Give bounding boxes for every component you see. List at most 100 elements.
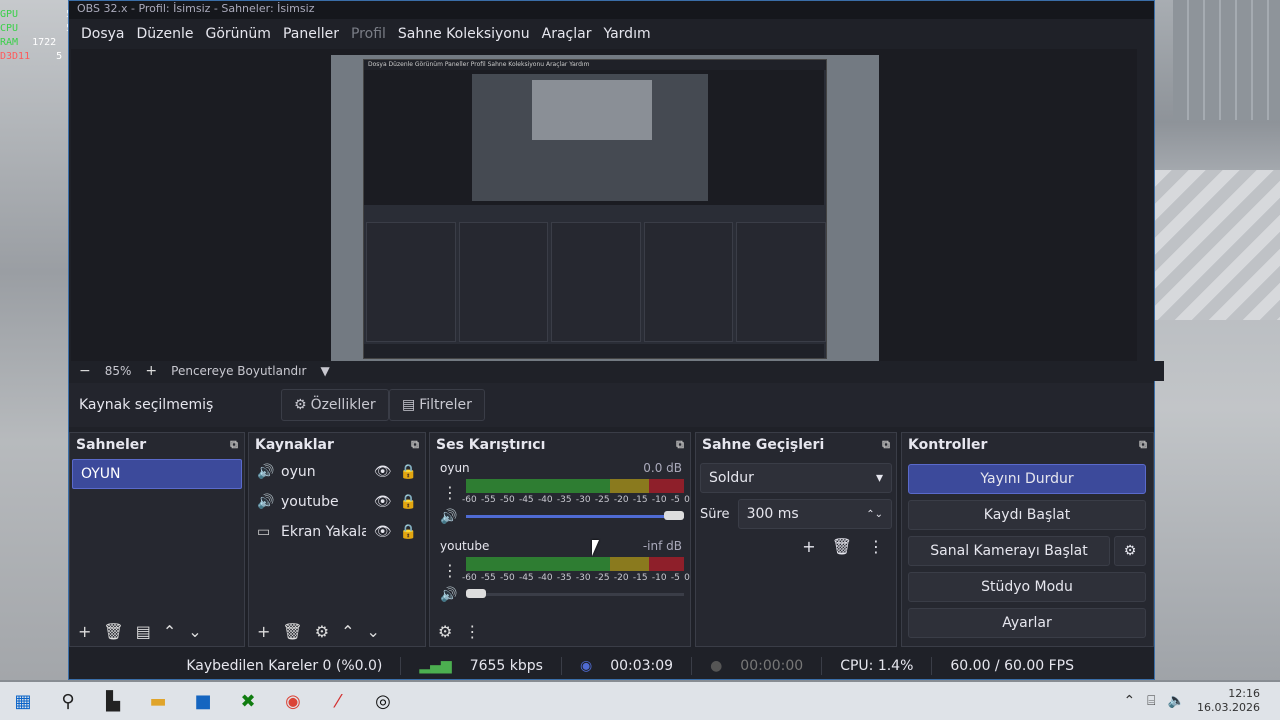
kebab-menu-icon[interactable]: ⋮ (464, 622, 480, 641)
volume-knob[interactable] (664, 511, 684, 520)
float-icon[interactable]: ⧉ (230, 438, 238, 452)
menu-profile[interactable]: Profil (345, 21, 392, 49)
trash-icon[interactable]: 🗑 (103, 622, 123, 641)
gear-icon[interactable]: ⚙ (315, 622, 329, 641)
source-item[interactable]: 🔊 oyun 👁 🔒 (249, 457, 425, 487)
down-arrow-icon[interactable]: ⌄ (366, 622, 379, 641)
mixer-dock-header: Ses Karıştırıcı ⧉ (430, 433, 690, 457)
up-arrow-icon[interactable]: ⌃ (163, 622, 176, 641)
system-tray: ⌃ ⌸ 🔈 12:16 16.03.2026 (1123, 682, 1260, 720)
up-arrow-icon[interactable]: ⌃ (341, 622, 354, 641)
scale-tick: -35 (556, 573, 572, 583)
trash-icon[interactable]: 🗑 (832, 537, 852, 556)
speaker-icon[interactable]: 🔊 (440, 509, 457, 525)
kebab-menu-icon[interactable]: ⋮ (442, 483, 458, 502)
kebab-menu-icon[interactable]: ⋮ (442, 561, 458, 580)
menu-tools[interactable]: Araçlar (536, 21, 598, 49)
red-app-icon[interactable]: ⁄ (324, 687, 352, 715)
controls-dock-header: Kontroller ⧉ (902, 433, 1153, 457)
lock-icon[interactable]: 🔒 (400, 524, 417, 540)
start-recording-button[interactable]: Kaydı Başlat (908, 500, 1146, 530)
float-icon[interactable]: ⧉ (882, 438, 890, 452)
xbox-icon[interactable]: ✖ (234, 687, 262, 715)
scale-tick: -60 (462, 495, 477, 505)
channel-db: 0.0 dB (643, 461, 682, 475)
dropped-frames: Kaybedilen Kareler 0 (%0.0) (186, 658, 383, 674)
volume-knob[interactable] (466, 589, 486, 598)
scale-tick: -15 (632, 573, 648, 583)
menu-file[interactable]: Dosya (75, 21, 131, 49)
float-icon[interactable]: ⧉ (676, 438, 684, 452)
store-icon[interactable]: ■ (189, 687, 217, 715)
chevron-up-icon[interactable]: ⌃ (1123, 693, 1135, 709)
add-transition-icon[interactable]: + (802, 537, 815, 556)
menu-edit[interactable]: Düzenle (131, 21, 200, 49)
volume-slider[interactable] (466, 589, 684, 598)
add-source-icon[interactable]: + (257, 622, 270, 641)
volume-slider[interactable] (466, 511, 684, 520)
transition-select[interactable]: Soldur ▾ (700, 463, 892, 493)
streaming-icon: ◉ (579, 658, 593, 674)
file-explorer-icon[interactable]: ▬ (144, 687, 172, 715)
studio-mode-button[interactable]: Stüdyo Modu (908, 572, 1146, 602)
d3d-value: 5 (56, 51, 63, 62)
task-view-icon[interactable]: ▙ (99, 687, 127, 715)
chrome-icon[interactable]: ◉ (279, 687, 307, 715)
bitrate: 7655 kbps (469, 658, 543, 674)
menu-bar: Dosya Düzenle Görünüm Paneller Profil Sa… (69, 21, 1154, 49)
zoom-in-button[interactable]: + (145, 363, 157, 379)
eye-icon[interactable]: 👁 (374, 524, 392, 540)
zoom-dropdown-icon[interactable]: ▼ (320, 364, 329, 378)
duration-spinbox[interactable]: 300 ms ⌃⌄ (737, 499, 892, 529)
preview-area[interactable]: Dosya Düzenle Görünüm Paneller Profil Sa… (71, 49, 1137, 361)
sources-title: Kaynaklar (255, 437, 334, 453)
search-icon[interactable]: ⚲ (54, 687, 82, 715)
menu-docks[interactable]: Paneller (277, 21, 345, 49)
obs-icon[interactable]: ◎ (369, 687, 397, 715)
trash-icon[interactable]: 🗑 (282, 622, 302, 641)
advanced-audio-gear-icon[interactable]: ⚙ (438, 622, 452, 641)
zoom-out-button[interactable]: − (79, 363, 91, 379)
filter-icon[interactable]: ▤ (136, 622, 151, 641)
stop-streaming-button[interactable]: Yayını Durdur (908, 464, 1146, 494)
volume-icon[interactable]: 🔈 (1168, 693, 1185, 709)
menu-help[interactable]: Yardım (597, 21, 656, 49)
eye-icon[interactable]: 👁 (374, 494, 392, 510)
lock-icon[interactable]: 🔒 (400, 494, 417, 510)
volume-fill (466, 515, 684, 518)
speaker-icon[interactable]: 🔊 (440, 587, 457, 603)
properties-button[interactable]: ⚙ Özellikler (281, 389, 389, 421)
lock-icon[interactable]: 🔒 (400, 464, 417, 480)
source-toolbar: Kaynak seçilmemiş ⚙ Özellikler ▤ Filtreler (69, 383, 1154, 427)
menu-scene-collection[interactable]: Sahne Koleksiyonu (392, 21, 536, 49)
menu-view[interactable]: Görünüm (200, 21, 277, 49)
virtual-camera-settings-gear-icon[interactable]: ⚙ (1114, 536, 1146, 566)
source-item[interactable]: 🔊 youtube 👁 🔒 (249, 487, 425, 517)
start-virtual-camera-button[interactable]: Sanal Kamerayı Başlat (908, 536, 1110, 566)
scale-tick: -45 (518, 495, 534, 505)
float-icon[interactable]: ⧉ (1139, 438, 1147, 452)
settings-button[interactable]: Ayarlar (908, 608, 1146, 638)
kebab-menu-icon[interactable]: ⋮ (868, 537, 884, 556)
filters-button[interactable]: ▤ Filtreler (389, 389, 485, 421)
add-scene-icon[interactable]: + (78, 622, 91, 641)
ram-label: RAM (0, 37, 19, 48)
source-item[interactable]: ▭ Ekran Yakalama 👁 🔒 (249, 517, 425, 547)
spin-arrows-icon[interactable]: ⌃⌄ (866, 509, 883, 520)
fit-to-window[interactable]: Pencereye Boyutlandır (171, 364, 306, 378)
zoom-bar: − 85% + Pencereye Boyutlandır ▼ (69, 361, 1164, 381)
eye-icon[interactable]: 👁 (374, 464, 392, 480)
preview-canvas[interactable]: Dosya Düzenle Görünüm Paneller Profil Sa… (331, 55, 879, 361)
start-windows-icon[interactable]: ▦ (9, 687, 37, 715)
sources-dock: Kaynaklar ⧉ 🔊 oyun 👁 🔒 🔊 youtube 👁 🔒 ▭ Ekran Y… (248, 432, 426, 647)
down-arrow-icon[interactable]: ⌄ (188, 622, 201, 641)
volume-meter (466, 479, 684, 493)
scale-tick: -25 (594, 495, 610, 505)
mouse-cursor (592, 540, 599, 556)
clock[interactable]: 12:16 16.03.2026 (1197, 687, 1260, 715)
float-icon[interactable]: ⧉ (411, 438, 419, 452)
nested-docks (364, 222, 828, 342)
network-icon[interactable]: ⌸ (1147, 693, 1155, 709)
scene-item-oyun[interactable]: OYUN (72, 459, 242, 489)
obs-window: OBS 32.x - Profil: İsimsiz - Sahneler: İ… (68, 0, 1164, 680)
